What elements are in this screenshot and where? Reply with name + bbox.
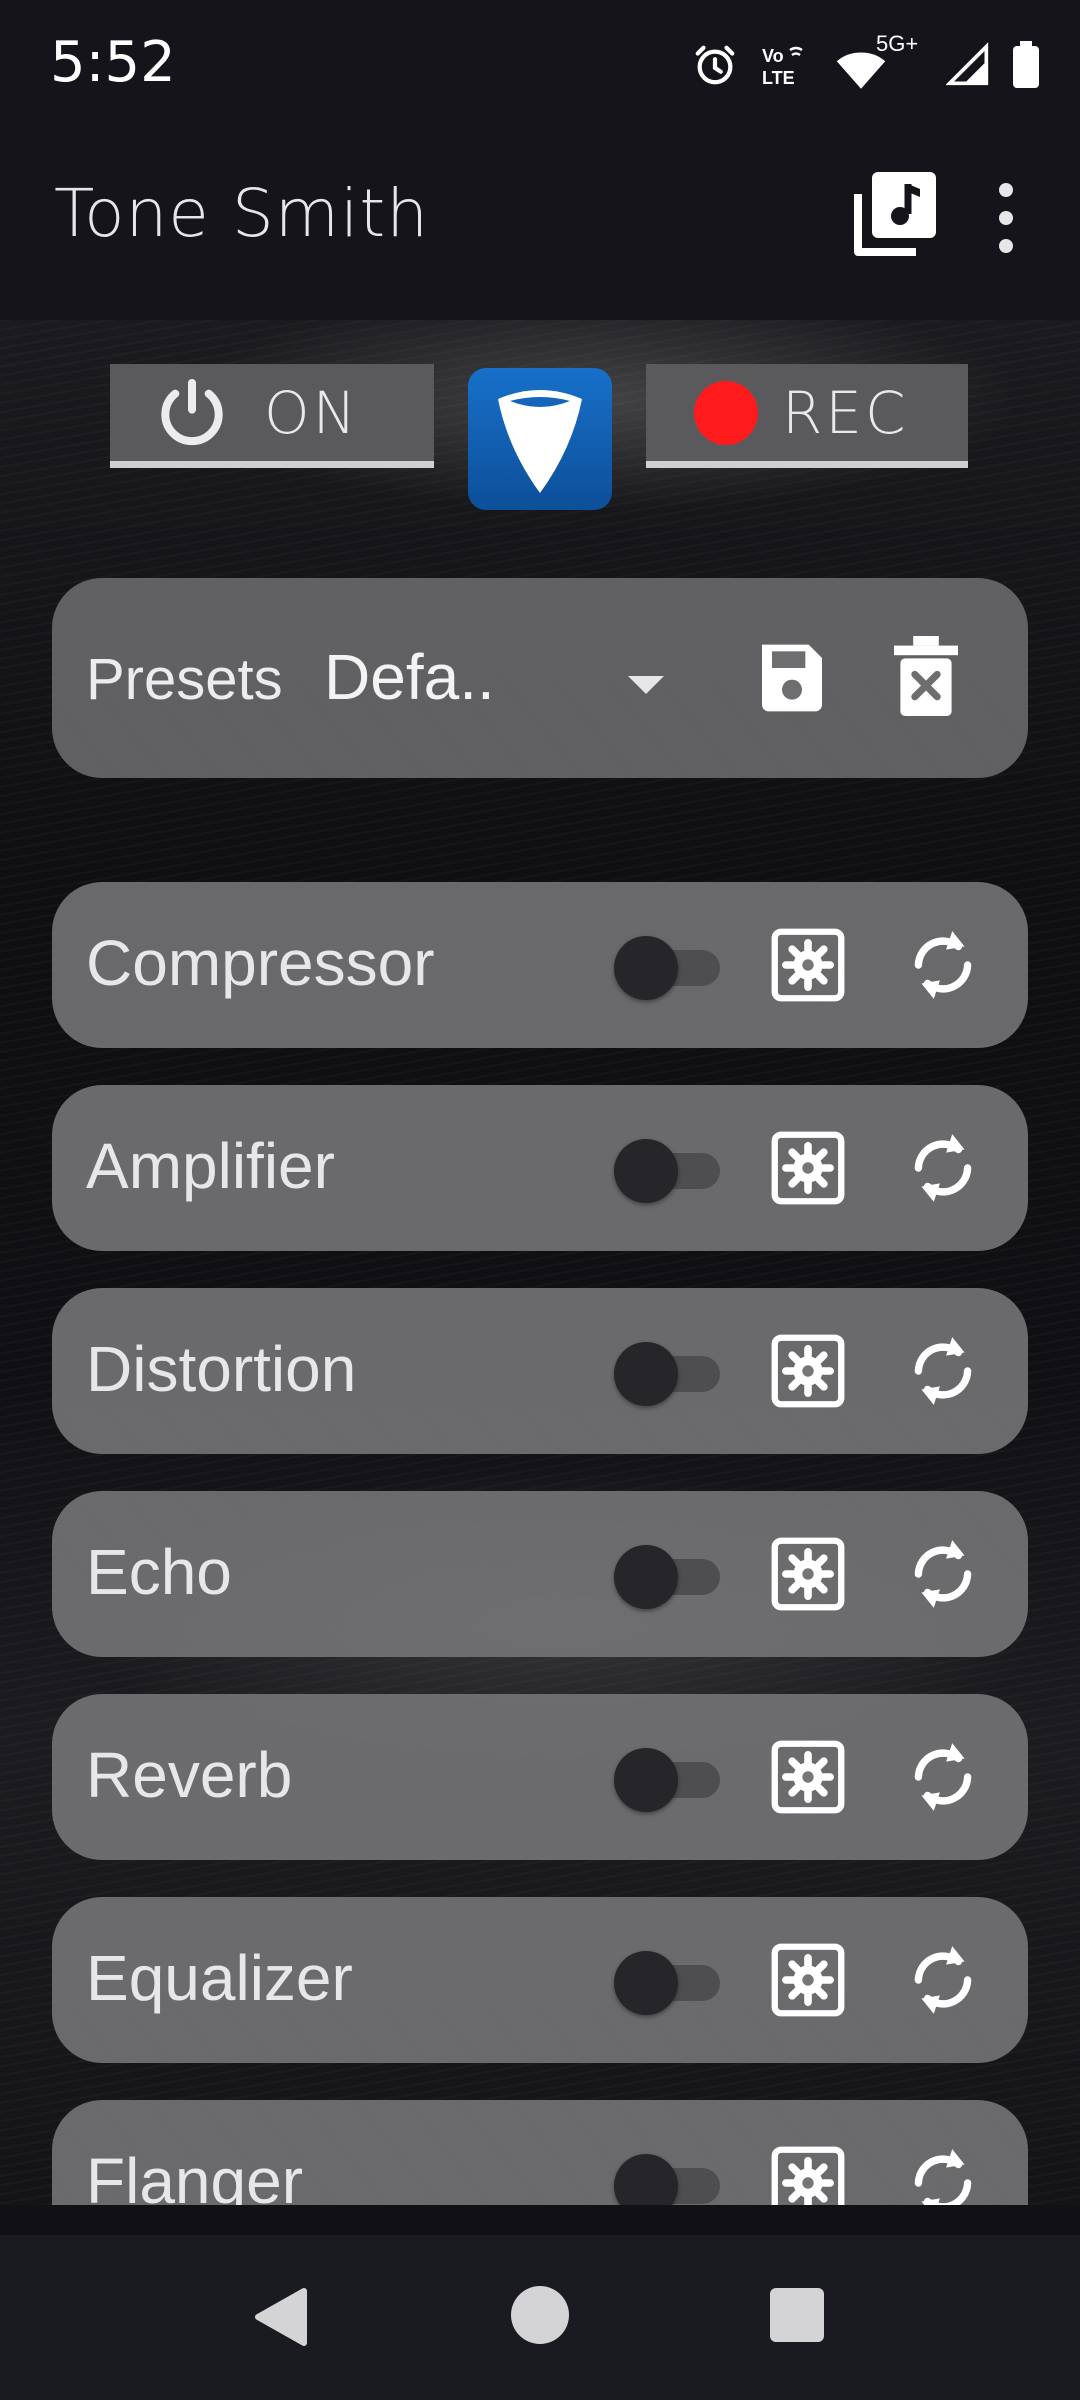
preset-selector[interactable]: Defa.. bbox=[324, 640, 495, 714]
guitar-pick-logo-icon bbox=[498, 390, 582, 493]
svg-text:Vo: Vo bbox=[762, 46, 784, 66]
effect-row-flanger: Flanger bbox=[52, 2100, 1028, 2205]
app-title: Tone Smith bbox=[54, 175, 430, 252]
effect-label: Reverb bbox=[86, 1739, 293, 1811]
effect-label: Echo bbox=[86, 1536, 232, 1608]
delete-preset-button[interactable] bbox=[894, 636, 958, 716]
effect-toggle[interactable] bbox=[614, 1742, 726, 1812]
dropdown-caret-icon[interactable] bbox=[628, 676, 664, 694]
effect-reset-button[interactable] bbox=[905, 1331, 981, 1411]
settings-gear-icon bbox=[771, 1537, 845, 1611]
settings-gear-icon bbox=[771, 1740, 845, 1814]
effect-settings-button[interactable] bbox=[770, 1333, 846, 1409]
more-vert-icon bbox=[999, 183, 1013, 253]
effect-row-equalizer: Equalizer bbox=[52, 1897, 1028, 2063]
effect-reset-button[interactable] bbox=[905, 2143, 981, 2205]
network-type-label: 5G+ bbox=[876, 31, 919, 56]
effect-label: Flanger bbox=[86, 2145, 303, 2205]
settings-gear-icon bbox=[771, 1131, 845, 1205]
power-icon bbox=[161, 378, 223, 445]
sync-icon bbox=[914, 2149, 972, 2205]
save-icon bbox=[762, 644, 822, 712]
effect-reset-button[interactable] bbox=[905, 1534, 981, 1614]
home-icon[interactable] bbox=[511, 2286, 569, 2344]
battery-icon bbox=[1013, 41, 1039, 88]
bottom-divider bbox=[0, 2205, 1080, 2235]
effect-reset-button[interactable] bbox=[905, 1940, 981, 2020]
effect-toggle[interactable] bbox=[614, 1133, 726, 1203]
app-logo-button[interactable] bbox=[468, 368, 612, 510]
record-button[interactable]: REC bbox=[646, 364, 968, 468]
effect-label: Amplifier bbox=[86, 1130, 335, 1202]
effect-reset-button[interactable] bbox=[905, 1128, 981, 1208]
effect-row-amplifier: Amplifier bbox=[52, 1085, 1028, 1251]
power-label: ON bbox=[264, 378, 360, 447]
signal-icon bbox=[946, 42, 989, 86]
presets-card: Presets Defa.. bbox=[52, 578, 1028, 778]
effect-reset-button[interactable] bbox=[905, 1737, 981, 1817]
sync-icon bbox=[914, 1134, 972, 1202]
delete-icon bbox=[894, 636, 958, 716]
save-preset-button[interactable] bbox=[752, 638, 832, 718]
effect-settings-button[interactable] bbox=[770, 1536, 846, 1612]
overflow-menu-button[interactable] bbox=[984, 176, 1028, 260]
settings-gear-icon bbox=[771, 2146, 845, 2205]
effect-settings-button[interactable] bbox=[770, 1130, 846, 1206]
svg-text:LTE: LTE bbox=[762, 68, 795, 88]
settings-gear-icon bbox=[771, 928, 845, 1002]
sync-icon bbox=[914, 1743, 972, 1811]
record-dot-icon bbox=[694, 380, 758, 445]
effect-toggle[interactable] bbox=[614, 1945, 726, 2015]
effect-settings-button[interactable] bbox=[770, 2145, 846, 2205]
alarm-icon bbox=[695, 45, 735, 85]
navigation-bar bbox=[0, 2235, 1080, 2400]
sync-icon bbox=[914, 1946, 972, 2014]
effect-toggle[interactable] bbox=[614, 930, 726, 1000]
wifi-group: 5G+ bbox=[834, 31, 924, 95]
back-icon[interactable] bbox=[252, 2287, 308, 2347]
record-label: REC bbox=[782, 378, 909, 447]
settings-gear-icon bbox=[771, 1943, 845, 2017]
effect-toggle[interactable] bbox=[614, 2148, 726, 2205]
effect-settings-button[interactable] bbox=[770, 1739, 846, 1815]
presets-label: Presets bbox=[86, 647, 283, 712]
music-library-icon bbox=[854, 172, 936, 256]
sync-icon bbox=[914, 931, 972, 999]
main-content: ON REC Presets Defa.. Compressor Amplifi… bbox=[0, 320, 1080, 2205]
settings-gear-icon bbox=[771, 1334, 845, 1408]
status-time: 5:52 bbox=[50, 30, 176, 95]
sync-icon bbox=[914, 1337, 972, 1405]
status-bar: 5:52 Vo LTE 5G+ bbox=[0, 0, 1080, 130]
recents-icon[interactable] bbox=[770, 2288, 824, 2342]
effect-toggle[interactable] bbox=[614, 1336, 726, 1406]
music-library-button[interactable] bbox=[850, 168, 940, 260]
effect-label: Equalizer bbox=[86, 1942, 353, 2014]
effect-settings-button[interactable] bbox=[770, 927, 846, 1003]
effect-reset-button[interactable] bbox=[905, 925, 981, 1005]
effect-label: Distortion bbox=[86, 1333, 357, 1405]
effect-row-echo: Echo bbox=[52, 1491, 1028, 1657]
power-button[interactable]: ON bbox=[110, 364, 434, 468]
effect-toggle[interactable] bbox=[614, 1539, 726, 1609]
effect-row-compressor: Compressor bbox=[52, 882, 1028, 1048]
effect-settings-button[interactable] bbox=[770, 1942, 846, 2018]
status-icons: Vo LTE 5G+ bbox=[692, 30, 1040, 100]
volte-icon: Vo LTE bbox=[762, 46, 803, 88]
effect-row-distortion: Distortion bbox=[52, 1288, 1028, 1454]
app-bar: Tone Smith bbox=[0, 130, 1080, 320]
sync-icon bbox=[914, 1540, 972, 1608]
effect-label: Compressor bbox=[86, 927, 435, 999]
effect-row-reverb: Reverb bbox=[52, 1694, 1028, 1860]
